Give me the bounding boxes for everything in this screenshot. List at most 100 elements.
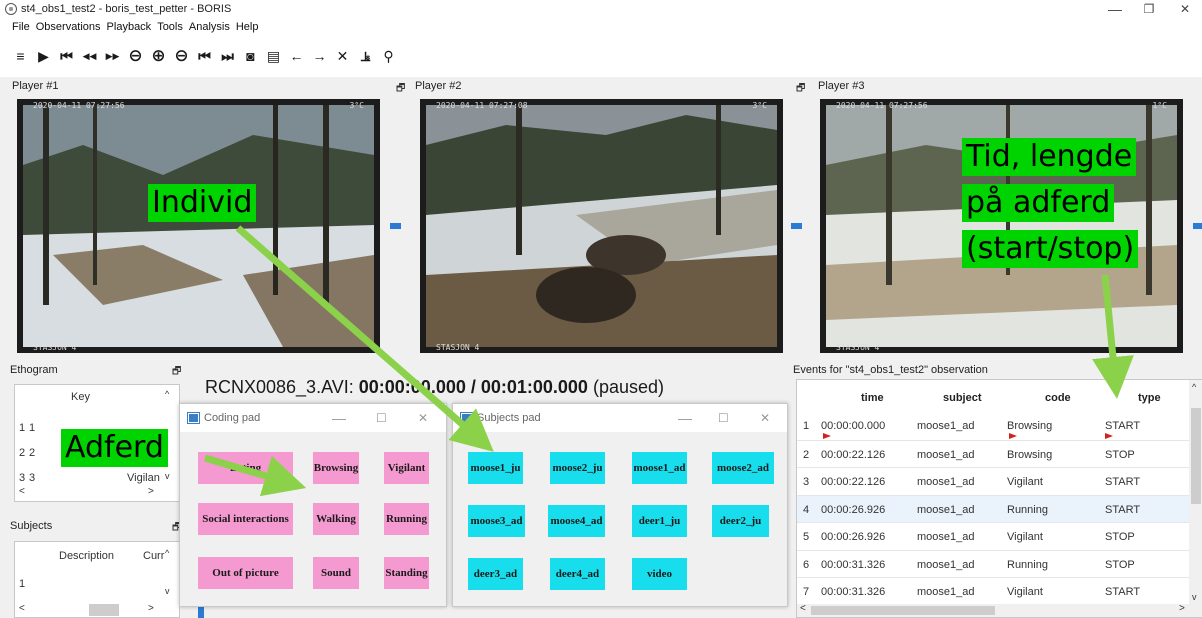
event-row[interactable]: 3 00:00:22.126 moose1_ad Vigilant START <box>797 467 1189 495</box>
menu-file[interactable]: File <box>12 21 30 33</box>
minus-circle-icon[interactable]: ⊖ <box>127 46 144 65</box>
play-icon[interactable]: ▶ <box>35 48 52 65</box>
column-header-description[interactable]: Description <box>59 550 114 562</box>
scroll-down-icon[interactable]: v <box>1192 592 1197 602</box>
event-time[interactable]: 00:00:31.326 <box>821 586 885 598</box>
event-type[interactable]: START <box>1105 476 1140 488</box>
close-button[interactable]: ✕ <box>760 404 770 432</box>
scroll-left-icon[interactable]: < <box>19 603 25 614</box>
event-type[interactable]: START <box>1105 504 1140 516</box>
menu-playback[interactable]: Playback <box>107 21 152 33</box>
ethogram-key[interactable]: 1 <box>29 422 35 434</box>
scroll-left-icon[interactable]: < <box>800 603 806 614</box>
column-header-current[interactable]: Curr <box>143 550 164 562</box>
next-media-icon[interactable]: ⏭ <box>219 48 236 65</box>
previous-media-icon[interactable]: ⏮ <box>196 48 213 65</box>
event-code[interactable]: Browsing <box>1007 420 1052 432</box>
ethogram-code[interactable]: Vigilan <box>127 472 160 484</box>
vertical-scrollbar[interactable]: ^ v <box>1189 380 1202 617</box>
undock-icon[interactable]: 🗗 <box>796 81 805 98</box>
event-row[interactable]: 2 00:00:22.126 moose1_ad Browsing STOP <box>797 439 1189 468</box>
minimize-button[interactable]: — <box>678 404 692 432</box>
event-subject[interactable]: moose1_ad <box>917 504 975 516</box>
event-type[interactable]: STOP <box>1105 449 1135 461</box>
scroll-down-icon[interactable]: v <box>165 586 170 596</box>
event-row[interactable]: 6 00:00:31.326 moose1_ad Running STOP <box>797 549 1189 578</box>
behavior-button-social-interactions[interactable]: Social interactions <box>198 503 293 535</box>
player-slider-handle[interactable] <box>1193 223 1202 229</box>
player-slider-handle[interactable] <box>390 223 401 229</box>
subject-button-moose2-ad[interactable]: moose2_ad <box>712 452 774 484</box>
close-window-button[interactable]: ✕ <box>1170 0 1200 18</box>
subject-button-deer4-ad[interactable]: deer4_ad <box>550 558 605 590</box>
scroll-right-icon[interactable]: > <box>1179 603 1185 614</box>
event-subject[interactable]: moose1_ad <box>917 586 975 598</box>
arrow-left-icon[interactable]: ← <box>288 48 305 65</box>
subject-button-moose1-ju[interactable]: moose1_ju <box>468 452 523 484</box>
frame-icon[interactable]: ▤ <box>265 48 282 65</box>
event-code[interactable]: Browsing <box>1007 449 1052 461</box>
subjects-table[interactable]: Description Curr ^ 1 v < > <box>14 541 180 618</box>
event-type[interactable]: START <box>1105 420 1140 432</box>
skip-start-icon[interactable]: ⏮ <box>58 48 75 65</box>
maximize-button[interactable]: ❐ <box>1134 0 1164 18</box>
arrow-right-icon[interactable]: → <box>311 48 328 65</box>
event-type[interactable]: START <box>1105 586 1140 598</box>
maximize-button[interactable]: ☐ <box>718 404 729 432</box>
menu-help[interactable]: Help <box>236 21 259 33</box>
scroll-up-icon[interactable]: ^ <box>165 389 169 399</box>
chart-icon[interactable]: ⫡ <box>357 48 374 65</box>
scroll-up-icon[interactable]: ^ <box>1192 382 1196 392</box>
event-time[interactable]: 00:00:26.926 <box>821 531 885 543</box>
event-code[interactable]: Vigilant <box>1007 531 1043 543</box>
event-time[interactable]: 00:00:26.926 <box>821 504 885 516</box>
search-icon[interactable]: ⚲ <box>380 48 397 65</box>
event-type[interactable]: STOP <box>1105 531 1135 543</box>
subject-button-moose1-ad[interactable]: moose1_ad <box>632 452 687 484</box>
minimize-button[interactable]: — <box>1100 0 1130 18</box>
ethogram-key[interactable]: 3 <box>29 472 35 484</box>
player-1-video[interactable]: 2020-04-11 07:27:56 3°C STASJON 4 <box>17 99 380 353</box>
behavior-button-standing[interactable]: Standing <box>384 557 429 589</box>
column-header-code[interactable]: code <box>1045 392 1071 404</box>
scroll-down-icon[interactable]: v <box>165 471 170 481</box>
scroll-right-icon[interactable]: > <box>148 603 154 614</box>
menu-tools[interactable]: Tools <box>157 21 183 33</box>
timeline-marker[interactable] <box>198 607 204 618</box>
events-table[interactable]: time subject code type 1 00:00:00.000 moos… <box>796 379 1202 618</box>
horizontal-scrollbar-thumb[interactable] <box>89 604 119 616</box>
subject-button-deer3-ad[interactable]: deer3_ad <box>468 558 523 590</box>
event-row[interactable]: 1 00:00:00.000 moose1_ad Browsing START <box>797 412 1189 440</box>
menu-observations[interactable]: Observations <box>36 21 101 33</box>
event-row[interactable]: 7 00:00:31.326 moose1_ad Vigilant START <box>797 577 1189 605</box>
horizontal-scrollbar-thumb[interactable] <box>811 606 995 615</box>
subject-button-moose4-ad[interactable]: moose4_ad <box>548 505 605 537</box>
menu-analysis[interactable]: Analysis <box>189 21 230 33</box>
behavior-button-sound[interactable]: Sound <box>313 557 359 589</box>
undock-icon[interactable]: 🗗 <box>172 364 181 381</box>
event-code[interactable]: Running <box>1007 504 1048 516</box>
camera-icon[interactable]: ◙ <box>242 48 259 65</box>
behavior-button-vigilant[interactable]: Vigilant <box>384 452 429 484</box>
player-slider-handle[interactable] <box>791 223 802 229</box>
minus-circle-icon[interactable]: ⊖ <box>173 46 190 65</box>
behavior-button-walking[interactable]: Walking <box>313 503 359 535</box>
event-time[interactable]: 00:00:31.326 <box>821 559 885 571</box>
list-icon[interactable]: ≡ <box>12 48 29 65</box>
behavior-button-running[interactable]: Running <box>384 503 429 535</box>
subject-button-deer1-ju[interactable]: deer1_ju <box>632 505 687 537</box>
event-row[interactable]: 5 00:00:26.926 moose1_ad Vigilant STOP <box>797 522 1189 550</box>
event-subject[interactable]: moose1_ad <box>917 559 975 571</box>
subject-button-deer2-ju[interactable]: deer2_ju <box>712 505 769 537</box>
player-2-video[interactable]: 2020-04-11 07:27:08 3°C STASJON 4 <box>420 99 783 353</box>
event-subject[interactable]: moose1_ad <box>917 476 975 488</box>
scrollbar-thumb[interactable] <box>1191 408 1201 504</box>
subject-button-moose2-ju[interactable]: moose2_ju <box>550 452 605 484</box>
column-header-key[interactable]: Key <box>71 391 90 403</box>
event-time[interactable]: 00:00:00.000 <box>821 420 885 432</box>
behavior-button-out-of-picture[interactable]: Out of picture <box>198 557 293 589</box>
minimize-button[interactable]: — <box>332 404 346 432</box>
column-header-time[interactable]: time <box>861 392 884 404</box>
event-subject[interactable]: moose1_ad <box>917 531 975 543</box>
event-time[interactable]: 00:00:22.126 <box>821 449 885 461</box>
